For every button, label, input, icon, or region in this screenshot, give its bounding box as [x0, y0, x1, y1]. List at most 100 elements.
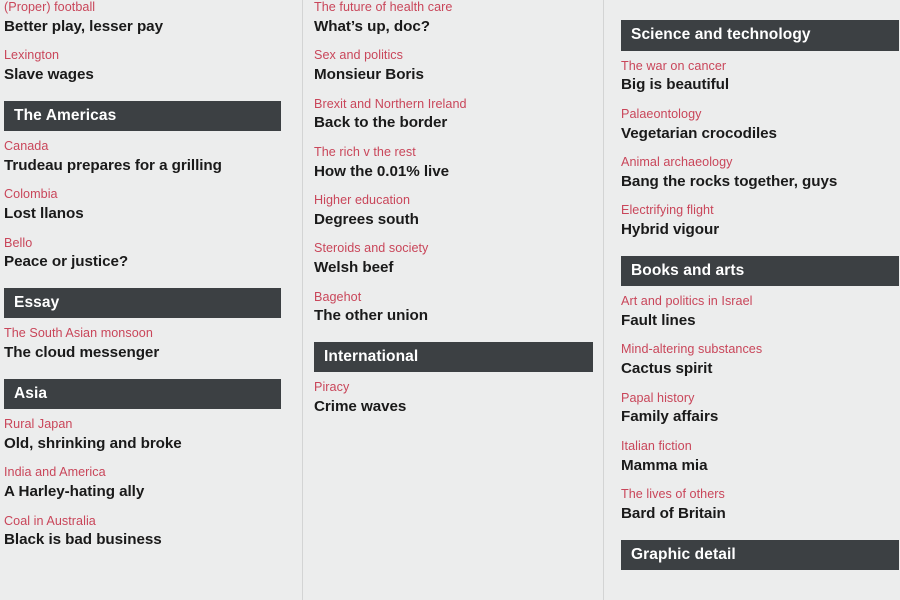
article-title[interactable]: Black is bad business	[4, 531, 281, 550]
article-entry[interactable]: Brexit and Northern Ireland Back to the b…	[314, 97, 593, 133]
article-title[interactable]: Trudeau prepares for a grilling	[4, 157, 281, 176]
left-column: (Proper) football Better play, lesser pay…	[0, 0, 305, 600]
article-title[interactable]: What’s up, doc?	[314, 18, 593, 37]
section: International Piracy Crime waves	[314, 326, 593, 417]
article-kicker[interactable]: Palaeontology	[621, 107, 894, 123]
article-entry[interactable]: Italian fiction Mamma mia	[621, 439, 894, 475]
article-kicker[interactable]: Steroids and society	[314, 241, 593, 257]
table-of-contents-page: (Proper) football Better play, lesser pay…	[0, 0, 900, 600]
article-kicker[interactable]: The lives of others	[621, 487, 894, 503]
article-entry[interactable]: The war on cancer Big is beautiful	[621, 59, 894, 95]
article-kicker[interactable]: Animal archaeology	[621, 155, 894, 171]
article-title[interactable]: The other union	[314, 307, 593, 326]
article-kicker[interactable]: (Proper) football	[4, 0, 281, 16]
article-title[interactable]: Monsieur Boris	[314, 66, 593, 85]
article-kicker[interactable]: Higher education	[314, 193, 593, 209]
article-kicker[interactable]: The rich v the rest	[314, 145, 593, 161]
article-title[interactable]: Back to the border	[314, 114, 593, 133]
article-title[interactable]: A Harley-hating ally	[4, 483, 281, 502]
article-title[interactable]: How the 0.01% live	[314, 163, 593, 182]
section-header-international[interactable]: International	[314, 341, 593, 373]
article-kicker[interactable]: Bello	[4, 236, 281, 252]
article-entry[interactable]: Steroids and society Welsh beef	[314, 241, 593, 277]
article-kicker[interactable]: The South Asian monsoon	[4, 326, 281, 342]
article-entry[interactable]: Animal archaeology Bang the rocks togethe…	[621, 155, 894, 191]
article-kicker[interactable]: Papal history	[621, 391, 894, 407]
article-list: Rural Japan Old, shrinking and broke India…	[4, 409, 281, 550]
article-kicker[interactable]: Brexit and Northern Ireland	[314, 97, 593, 113]
article-entry[interactable]: Rural Japan Old, shrinking and broke	[4, 417, 281, 453]
article-entry[interactable]: Lexington Slave wages	[4, 48, 281, 84]
section: Asia Rural Japan Old, shrinking and broke I…	[4, 363, 281, 550]
article-title[interactable]: Cactus spirit	[621, 360, 894, 379]
article-kicker[interactable]: Canada	[4, 139, 281, 155]
article-list: Art and politics in Israel Fault lines Min…	[621, 286, 894, 523]
article-kicker[interactable]: The war on cancer	[621, 59, 894, 75]
article-kicker[interactable]: Italian fiction	[621, 439, 894, 455]
article-entry[interactable]: India and America A Harley-hating ally	[4, 465, 281, 501]
article-entry[interactable]: Higher education Degrees south	[314, 193, 593, 229]
section-header-graphic-detail[interactable]: Graphic detail	[621, 539, 899, 571]
article-entry[interactable]: Palaeontology Vegetarian crocodiles	[621, 107, 894, 143]
article-entry[interactable]: The lives of others Bard of Britain	[621, 487, 894, 523]
section-header-science-and-technology[interactable]: Science and technology	[621, 20, 899, 51]
article-list: The South Asian monsoon The cloud messeng…	[4, 318, 281, 362]
article-title[interactable]: Mamma mia	[621, 457, 894, 476]
section: Books and arts Art and politics in Israel…	[621, 240, 899, 524]
article-title[interactable]: Slave wages	[4, 66, 281, 85]
article-title[interactable]: Peace or justice?	[4, 253, 281, 272]
section: The Americas Canada Trudeau prepares for a…	[4, 85, 281, 272]
article-title[interactable]: Degrees south	[314, 211, 593, 230]
article-entry[interactable]: The future of health care What’s up, doc?	[314, 0, 593, 36]
article-kicker[interactable]: Piracy	[314, 380, 593, 396]
article-entry[interactable]: The South Asian monsoon The cloud messeng…	[4, 326, 281, 362]
section-header-books-and-arts[interactable]: Books and arts	[621, 255, 899, 287]
article-kicker[interactable]: Lexington	[4, 48, 281, 64]
article-entry[interactable]: Sex and politics Monsieur Boris	[314, 48, 593, 84]
article-kicker[interactable]: Colombia	[4, 187, 281, 203]
article-title[interactable]: Big is beautiful	[621, 76, 894, 95]
article-title[interactable]: Hybrid vigour	[621, 221, 894, 240]
article-title[interactable]: Lost llanos	[4, 205, 281, 224]
article-kicker[interactable]: The future of health care	[314, 0, 593, 16]
section-header-asia[interactable]: Asia	[4, 378, 281, 410]
article-entry[interactable]: Papal history Family affairs	[621, 391, 894, 427]
article-entry[interactable]: Piracy Crime waves	[314, 380, 593, 416]
article-kicker[interactable]: Sex and politics	[314, 48, 593, 64]
article-kicker[interactable]: Mind-altering substances	[621, 342, 894, 358]
article-title[interactable]: Bang the rocks together, guys	[621, 173, 894, 192]
article-entry[interactable]: Bagehot The other union	[314, 290, 593, 326]
article-title[interactable]: Vegetarian crocodiles	[621, 125, 894, 144]
article-entry[interactable]: Electrifying flight Hybrid vigour	[621, 203, 894, 239]
article-title[interactable]: Old, shrinking and broke	[4, 435, 281, 454]
article-kicker[interactable]: Art and politics in Israel	[621, 294, 894, 310]
article-title[interactable]: Fault lines	[621, 312, 894, 331]
article-kicker[interactable]: Coal in Australia	[4, 514, 281, 530]
article-title[interactable]: Crime waves	[314, 398, 593, 417]
article-entry[interactable]: Art and politics in Israel Fault lines	[621, 294, 894, 330]
article-entry[interactable]: Bello Peace or justice?	[4, 236, 281, 272]
article-entry[interactable]: Colombia Lost llanos	[4, 187, 281, 223]
article-entry[interactable]: Coal in Australia Black is bad business	[4, 514, 281, 550]
article-entry[interactable]: Mind-altering substances Cactus spirit	[621, 342, 894, 378]
article-kicker[interactable]: Electrifying flight	[621, 203, 894, 219]
section-header-essay[interactable]: Essay	[4, 287, 281, 319]
article-title[interactable]: Bard of Britain	[621, 505, 894, 524]
section: Graphic detail	[621, 524, 899, 571]
section: The future of health care What’s up, doc?…	[314, 0, 593, 326]
article-title[interactable]: Family affairs	[621, 408, 894, 427]
article-entry[interactable]: (Proper) football Better play, lesser pay	[4, 0, 281, 36]
article-kicker[interactable]: Bagehot	[314, 290, 593, 306]
article-kicker[interactable]: Rural Japan	[4, 417, 281, 433]
article-entry[interactable]: Canada Trudeau prepares for a grilling	[4, 139, 281, 175]
article-list: Piracy Crime waves	[314, 372, 593, 416]
article-kicker[interactable]: India and America	[4, 465, 281, 481]
article-title[interactable]: Better play, lesser pay	[4, 18, 281, 37]
article-title[interactable]: Welsh beef	[314, 259, 593, 278]
article-title[interactable]: The cloud messenger	[4, 344, 281, 363]
section-header-the-americas[interactable]: The Americas	[4, 100, 281, 132]
article-entry[interactable]: The rich v the rest How the 0.01% live	[314, 145, 593, 181]
